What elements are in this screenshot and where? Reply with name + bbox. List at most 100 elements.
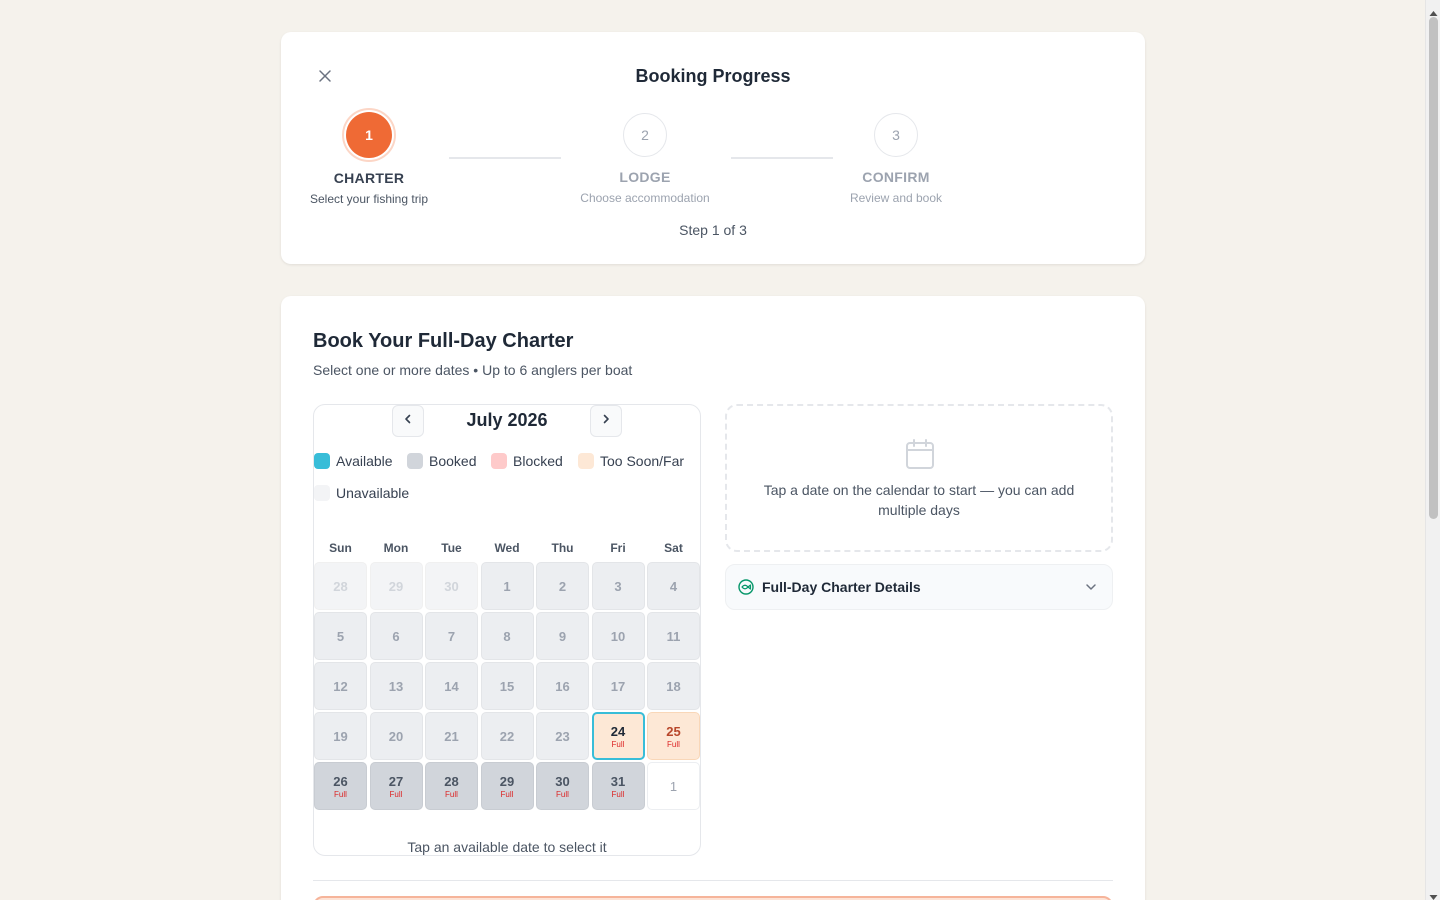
empty-state-text: Tap a date on the calendar to start — yo… — [763, 482, 1075, 518]
calendar-day[interactable]: 10 — [591, 612, 645, 660]
calendar-day[interactable]: 21 — [425, 712, 478, 760]
step-name: CHARTER — [333, 170, 405, 186]
calendar-day[interactable]: 16 — [536, 662, 589, 710]
calendar-day[interactable]: 23 — [536, 712, 589, 760]
legend-label: Blocked — [513, 453, 563, 469]
calendar-day[interactable]: 20 — [369, 712, 423, 760]
calendar-day[interactable]: 22 — [480, 712, 534, 760]
day-number: 18 — [666, 678, 681, 694]
calendar-day[interactable]: 2 — [536, 562, 589, 610]
chevron-down-icon — [1084, 580, 1098, 599]
day-status-label: Full — [500, 789, 514, 799]
day-number: 25 — [666, 723, 681, 739]
day-number: 19 — [333, 728, 348, 744]
step-number: 1 — [346, 112, 392, 158]
day-number: 9 — [558, 628, 567, 644]
day-number: 23 — [555, 728, 570, 744]
day-number: 28 — [444, 773, 459, 789]
scroll-up-icon[interactable] — [1429, 4, 1438, 16]
step-subtitle: Select your fishing trip — [309, 192, 429, 206]
calendar-day[interactable]: 29 — [369, 562, 423, 610]
calendar-day[interactable]: 28 — [314, 562, 367, 610]
chevron-right-icon — [600, 412, 612, 430]
day-number: 28 — [333, 578, 348, 594]
calendar-day[interactable]: 6 — [369, 612, 423, 660]
day-number: 20 — [388, 728, 404, 744]
calendar-day[interactable]: 1 — [647, 762, 700, 810]
calendar-day[interactable]: 9 — [536, 612, 589, 660]
legend-label: Too Soon/Far — [600, 453, 685, 469]
day-number: 1 — [669, 778, 678, 794]
legend-blocked: Blocked — [491, 453, 563, 469]
day-number: 24 — [610, 723, 626, 739]
step-subtitle: Review and book — [849, 191, 943, 205]
legend-swatch — [314, 485, 330, 501]
calendar-day[interactable]: 3 — [591, 562, 645, 610]
day-status-label: Full — [611, 739, 625, 749]
calendar-day[interactable]: 7 — [425, 612, 478, 660]
legend-too-soon: Too Soon/Far — [578, 453, 684, 469]
selection-empty-state: Tap a date on the calendar to start — yo… — [725, 404, 1113, 552]
day-status-label: Full — [667, 739, 680, 749]
legend-available: Available — [314, 453, 393, 469]
day-number: 11 — [666, 628, 681, 644]
legend-swatch — [314, 453, 330, 469]
day-number: 10 — [610, 628, 626, 644]
calendar-day[interactable]: 30 — [425, 562, 478, 610]
alert-banner — [313, 896, 1113, 900]
weekday-label: Tue — [441, 541, 462, 555]
calendar: July 2026 Available Booked Blocked Too S… — [313, 404, 701, 856]
scrollbar-thumb[interactable] — [1429, 17, 1438, 519]
calendar-day[interactable]: 8 — [480, 612, 534, 660]
calendar-day[interactable]: 24 Full — [591, 712, 645, 760]
day-number: 6 — [392, 628, 400, 644]
calendar-day[interactable]: 13 — [369, 662, 423, 710]
calendar-day[interactable]: 30 Full — [536, 762, 589, 810]
legend-label: Available — [336, 453, 393, 469]
day-status-label: Full — [445, 789, 458, 799]
weekday-label: Fri — [610, 541, 626, 555]
weekday-label: Mon — [383, 541, 409, 555]
day-number: 4 — [669, 578, 678, 594]
step-confirm: 3 CONFIRM Review and book — [796, 112, 996, 205]
day-number: 29 — [499, 773, 515, 789]
charter-details-accordion[interactable]: Full-Day Charter Details — [725, 564, 1113, 610]
page-scrollbar[interactable] — [1425, 0, 1440, 900]
calendar-day[interactable]: 11 — [647, 612, 700, 660]
calendar-day[interactable]: 27 Full — [369, 762, 423, 810]
calendar-day[interactable]: 19 — [314, 712, 367, 760]
calendar-day[interactable]: 4 — [647, 562, 700, 610]
calendar-day[interactable]: 28 Full — [425, 762, 478, 810]
day-number: 15 — [499, 678, 515, 694]
weekday-label: Wed — [494, 541, 520, 555]
day-status-label: Full — [611, 789, 625, 799]
booking-card: Book Your Full-Day Charter Select one or… — [281, 296, 1145, 900]
scroll-down-icon[interactable] — [1429, 888, 1438, 900]
day-number: 22 — [499, 728, 515, 744]
calendar-day[interactable]: 17 — [591, 662, 645, 710]
page-title: Book Your Full-Day Charter — [313, 330, 574, 352]
calendar-day[interactable]: 29 Full — [480, 762, 534, 810]
day-number: 1 — [503, 578, 511, 594]
weekday-label: Sat — [664, 541, 683, 555]
day-number: 31 — [610, 773, 626, 789]
day-number: 14 — [444, 678, 459, 694]
legend-booked: Booked — [407, 453, 476, 469]
calendar-day[interactable]: 18 — [647, 662, 700, 710]
step-subtitle: Choose accommodation — [580, 191, 710, 205]
calendar-day[interactable]: 12 — [314, 662, 367, 710]
calendar-day[interactable]: 1 — [480, 562, 534, 610]
calendar-day[interactable]: 25 Full — [647, 712, 700, 760]
calendar-day[interactable]: 31 Full — [591, 762, 645, 810]
calendar-day[interactable]: 15 — [480, 662, 534, 710]
legend-swatch — [407, 453, 423, 469]
month-label: July 2026 — [466, 410, 548, 430]
page-subtitle: Select one or more dates • Up to 6 angle… — [313, 362, 633, 378]
day-number: 30 — [555, 773, 570, 789]
next-month-button[interactable] — [590, 405, 622, 437]
calendar-day[interactable]: 14 — [425, 662, 478, 710]
step-number: 3 — [874, 113, 918, 157]
calendar-day[interactable]: 5 — [314, 612, 367, 660]
calendar-day[interactable]: 26 Full — [314, 762, 367, 810]
legend-label: Booked — [429, 453, 477, 469]
